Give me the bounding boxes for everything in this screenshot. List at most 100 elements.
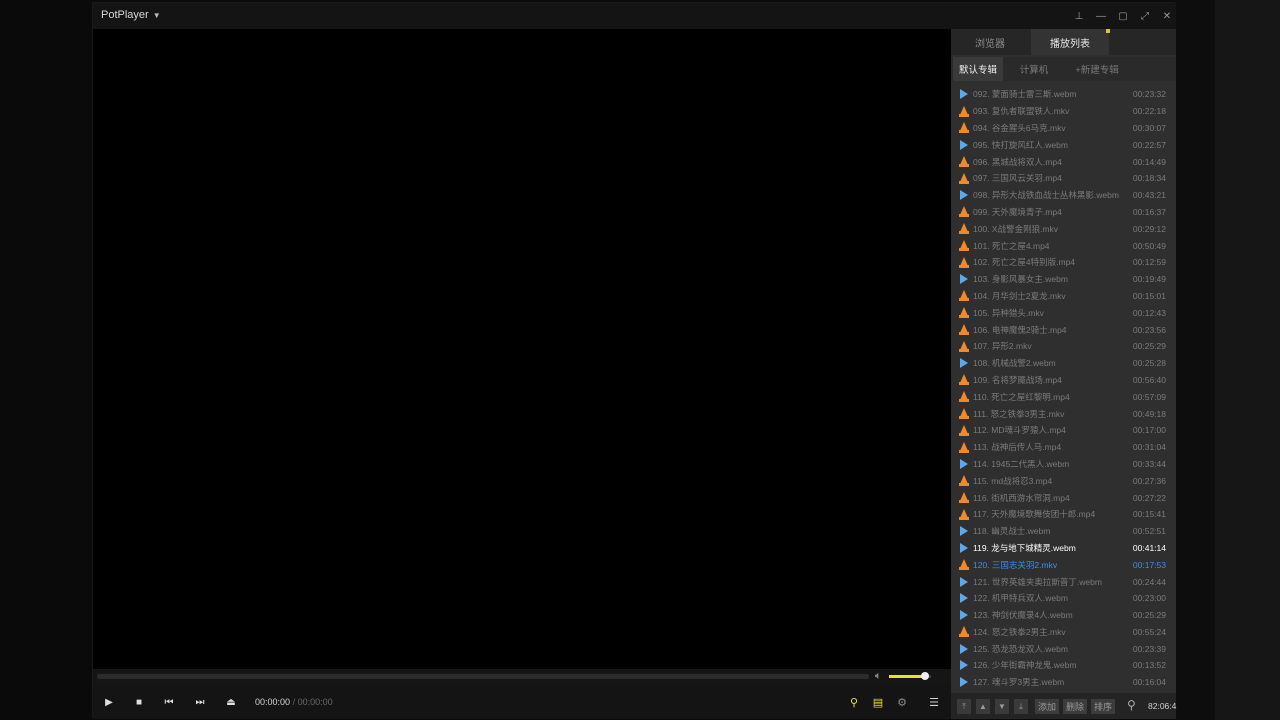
maximize-icon[interactable]: ▢	[1114, 7, 1132, 25]
move-up-button[interactable]: ▲	[976, 699, 990, 714]
move-top-button[interactable]: ⤒	[957, 699, 971, 714]
search-button[interactable]: ⚲	[846, 694, 862, 710]
close-icon[interactable]: ✕	[1158, 7, 1176, 25]
play-file-icon	[960, 660, 968, 671]
list-item-duration: 00:49:18	[1132, 408, 1166, 419]
list-item[interactable]: 123. 神剑伏魔录4人.webm 00:25:29	[951, 607, 1176, 624]
list-item[interactable]: 126. 少年街霸神龙鬼.webm 00:13:52	[951, 657, 1176, 674]
list-item-name: 116. 街机西游水帘洞.mp4	[973, 492, 1070, 503]
file-type-icon	[957, 274, 971, 285]
move-down-button[interactable]: ▼	[995, 699, 1009, 714]
list-item-duration: 00:19:49	[1132, 274, 1166, 285]
list-item-duration: 00:23:00	[1132, 593, 1166, 604]
list-item[interactable]: 120. 三国志关羽2.mkv 00:17:53	[951, 556, 1176, 573]
open-button[interactable]: ⏏︎	[223, 694, 239, 710]
list-item[interactable]: 124. 怒之铁拳2男主.mkv 00:55:24	[951, 624, 1176, 641]
list-item[interactable]: 127. 魂斗罗3男主.webm 00:16:04	[951, 674, 1176, 689]
speaker-icon[interactable]: 🔈︎	[875, 670, 882, 683]
eject-icon: ⏏︎	[226, 696, 236, 708]
list-item[interactable]: 103. 身影风暴女主.webm 00:19:49	[951, 271, 1176, 288]
fullscreen-icon[interactable]: ⤢	[1136, 7, 1154, 25]
title-bar[interactable]: PotPlayer ▼ ⊥ — ▢ ⤢ ✕	[93, 3, 1176, 29]
play-button[interactable]: ▶	[101, 694, 117, 710]
search-icon[interactable]: ⚲	[1127, 698, 1136, 712]
list-item-duration: 00:31:04	[1132, 442, 1166, 453]
playlist[interactable]: 092. 蒙面骑士雷三斯.webm 00:23:32 093. 复仇者联盟铁人.mk…	[951, 86, 1176, 689]
add-button[interactable]: 添加	[1035, 699, 1059, 714]
play-file-icon	[960, 458, 968, 469]
seek-bar[interactable]	[97, 674, 869, 679]
list-item[interactable]: 098. 异形大战铁血战士丛林黑影.webm 00:43:21	[951, 187, 1176, 204]
list-item-name: 105. 异种猎头.mkv	[973, 307, 1044, 318]
play-file-icon	[960, 610, 968, 621]
list-item[interactable]: 099. 天外魔境青子.mp4 00:16:37	[951, 204, 1176, 221]
list-item[interactable]: 106. 电神魔傀2骑士.mp4 00:23:56	[951, 321, 1176, 338]
volume-knob[interactable]	[920, 672, 929, 680]
list-item[interactable]: 115. md战将忍3.mp4 00:27:36	[951, 472, 1176, 489]
list-item[interactable]: 117. 天外魔境歌舞伎团十郎.mp4 00:15:41	[951, 506, 1176, 523]
playlist-panel: 浏览器 播放列表 默认专辑 计算机 +新建专辑 092. 蒙面骑士雷三斯.web…	[951, 29, 1176, 719]
tab-new-album[interactable]: +新建专辑	[1065, 57, 1129, 81]
video-area[interactable]	[93, 29, 951, 669]
settings-button[interactable]: ⚙	[894, 694, 910, 710]
list-item[interactable]: 125. 恐龙恐龙双人.webm 00:23:39	[951, 640, 1176, 657]
list-item[interactable]: 094. 谷金猩头6马克.mkv 00:30:07	[951, 120, 1176, 137]
list-item-name: 111. 怒之铁拳3男主.mkv	[973, 408, 1065, 419]
list-item[interactable]: 113. 战神后传人马.mp4 00:31:04	[951, 439, 1176, 456]
vlc-cone-icon	[959, 156, 969, 168]
list-item[interactable]: 118. 幽灵战士.webm 00:52:51	[951, 523, 1176, 540]
list-item[interactable]: 101. 死亡之屋4.mp4 00:50:49	[951, 237, 1176, 254]
list-item[interactable]: 110. 死亡之屋红黎明.mp4 00:57:09	[951, 388, 1176, 405]
list-item[interactable]: 116. 街机西游水帘洞.mp4 00:27:22	[951, 489, 1176, 506]
list-item[interactable]: 112. MD魂斗罗猿人.mp4 00:17:00	[951, 422, 1176, 439]
stop-icon: ■	[135, 696, 143, 708]
tab-browser[interactable]: 浏览器	[951, 29, 1029, 55]
play-file-icon	[960, 593, 968, 604]
list-item[interactable]: 107. 异形2.mkv 00:25:29	[951, 338, 1176, 355]
sort-button[interactable]: 排序	[1091, 699, 1115, 714]
next-button[interactable]: ⏭︎	[192, 694, 208, 710]
minimize-icon[interactable]: —	[1092, 7, 1110, 25]
play-file-icon	[960, 677, 968, 688]
file-type-icon	[957, 240, 971, 252]
list-item-name: 101. 死亡之屋4.mp4	[973, 240, 1050, 251]
list-item[interactable]: 093. 复仇者联盟铁人.mkv 00:22:18	[951, 103, 1176, 120]
list-item[interactable]: 109. 名将梦魇战场.mp4 00:56:40	[951, 372, 1176, 389]
list-item[interactable]: 092. 蒙面骑士雷三斯.webm 00:23:32	[951, 86, 1176, 103]
vlc-cone-icon	[959, 240, 969, 252]
list-item-name: 118. 幽灵战士.webm	[973, 526, 1051, 537]
list-item[interactable]: 122. 机甲特兵双人.webm 00:23:00	[951, 590, 1176, 607]
move-bottom-button[interactable]: ⤓	[1014, 699, 1028, 714]
list-item-name: 127. 魂斗罗3男主.webm	[973, 677, 1065, 688]
playlist-icon: ▤	[872, 696, 884, 709]
volume-slider[interactable]	[889, 672, 931, 680]
list-item[interactable]: 108. 机械战警2.webm 00:25:28	[951, 355, 1176, 372]
tab-playlist[interactable]: 播放列表	[1031, 29, 1109, 55]
list-item[interactable]: 095. 快打旋风红人.webm 00:22:57	[951, 136, 1176, 153]
file-type-icon	[957, 610, 971, 621]
previous-button[interactable]: ⏮︎	[161, 694, 177, 710]
list-item[interactable]: 096. 黑城战将双人.mp4 00:14:49	[951, 153, 1176, 170]
tab-computer[interactable]: 计算机	[1007, 57, 1061, 81]
playlist-toggle-button[interactable]: ▤	[870, 694, 886, 710]
file-type-icon	[957, 458, 971, 469]
list-item[interactable]: 104. 月华剑士2夏龙.mkv 00:15:01	[951, 288, 1176, 305]
list-item-duration: 00:25:29	[1132, 610, 1166, 621]
app-menu-button[interactable]: PotPlayer ▼	[101, 9, 161, 21]
list-item[interactable]: 102. 死亡之屋4特别版.mp4 00:12:59	[951, 254, 1176, 271]
list-item[interactable]: 100. X战警金刚狼.mkv 00:29:12	[951, 220, 1176, 237]
potplayer-window: PotPlayer ▼ ⊥ — ▢ ⤢ ✕ 🔈︎ ▶ ■ ⏮︎ ⏭︎ ⏏︎ 00…	[92, 2, 1176, 719]
list-item[interactable]: 114. 1945二代黑人.webm 00:33:44	[951, 456, 1176, 473]
list-item[interactable]: 097. 三国风云关羽.mp4 00:18:34	[951, 170, 1176, 187]
list-item-name: 092. 蒙面骑士雷三斯.webm	[973, 89, 1077, 100]
tab-default-album[interactable]: 默认专辑	[953, 57, 1003, 81]
list-item-name: 099. 天外魔境青子.mp4	[973, 206, 1062, 217]
stop-button[interactable]: ■	[131, 694, 147, 710]
pin-icon[interactable]: ⊥	[1070, 7, 1088, 25]
delete-button[interactable]: 删除	[1063, 699, 1087, 714]
list-item[interactable]: 119. 龙与地下城精灵.webm 00:41:14	[951, 540, 1176, 557]
menu-button[interactable]: ☰	[926, 694, 942, 710]
list-item[interactable]: 111. 怒之铁拳3男主.mkv 00:49:18	[951, 405, 1176, 422]
list-item[interactable]: 121. 世界英雄夹奥拉斯普丁.webm 00:24:44	[951, 573, 1176, 590]
list-item[interactable]: 105. 异种猎头.mkv 00:12:43	[951, 304, 1176, 321]
